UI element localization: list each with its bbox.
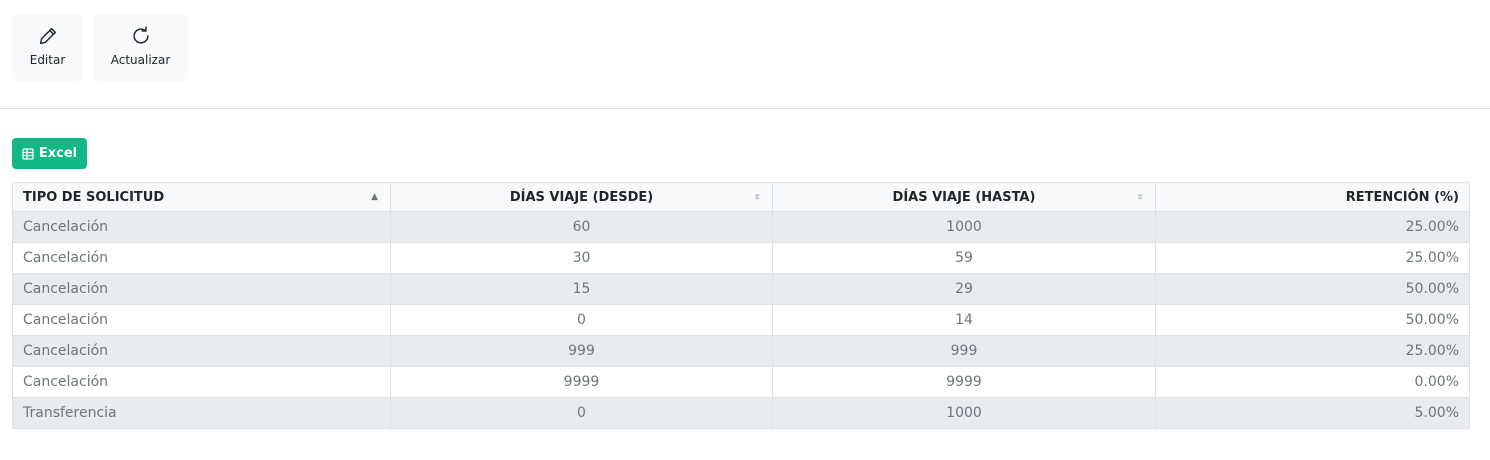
column-header-label: RETENCIÓN (%)	[1345, 189, 1459, 205]
sort-ascending-icon[interactable]: ▲	[371, 192, 378, 202]
cell-retencion: 5.00%	[1155, 397, 1470, 429]
edit-button-label: Editar	[29, 53, 66, 67]
cell-desde: 0	[390, 304, 773, 336]
table-row[interactable]: Cancelación 30 59 25.00%	[12, 242, 1470, 274]
cell-retencion: 50.00%	[1155, 273, 1470, 305]
toolbar: Editar Actualizar	[12, 14, 188, 81]
edit-button[interactable]: Editar	[12, 14, 83, 81]
cell-desde: 9999	[390, 366, 773, 398]
sort-neutral-icon[interactable]: ⧗	[1137, 192, 1143, 202]
cell-tipo: Cancelación	[12, 304, 391, 336]
spreadsheet-icon	[22, 147, 34, 160]
pencil-icon	[39, 27, 56, 45]
cell-tipo: Cancelación	[12, 366, 391, 398]
column-header-retencion[interactable]: RETENCIÓN (%)	[1155, 182, 1470, 212]
column-header-tipo-solicitud[interactable]: TIPO DE SOLICITUD ▲	[12, 182, 391, 212]
table-row[interactable]: Cancelación 999 999 25.00%	[12, 335, 1470, 367]
cell-hasta: 59	[772, 242, 1156, 274]
divider	[0, 108, 1490, 109]
cell-desde: 15	[390, 273, 773, 305]
cell-tipo: Cancelación	[12, 242, 391, 274]
cell-retencion: 25.00%	[1155, 211, 1470, 243]
cell-desde: 60	[390, 211, 773, 243]
cell-tipo: Transferencia	[12, 397, 391, 429]
refresh-icon	[132, 26, 149, 44]
cell-desde: 0	[390, 397, 773, 429]
table-row[interactable]: Cancelación 0 14 50.00%	[12, 304, 1470, 336]
sort-neutral-icon[interactable]: ⧗	[754, 192, 760, 202]
cell-tipo: Cancelación	[12, 335, 391, 367]
table-row[interactable]: Cancelación 60 1000 25.00%	[12, 211, 1470, 243]
column-header-label: DÍAS VIAJE (DESDE)	[509, 189, 654, 205]
cell-desde: 999	[390, 335, 773, 367]
cell-hasta: 9999	[772, 366, 1156, 398]
table-header-row: TIPO DE SOLICITUD ▲ DÍAS VIAJE (DESDE) ⧗…	[12, 182, 1470, 212]
refresh-button[interactable]: Actualizar	[93, 14, 188, 81]
cell-retencion: 25.00%	[1155, 242, 1470, 274]
column-header-label: TIPO DE SOLICITUD	[23, 189, 165, 205]
table-row[interactable]: Cancelación 15 29 50.00%	[12, 273, 1470, 305]
cell-hasta: 14	[772, 304, 1156, 336]
column-header-dias-hasta[interactable]: DÍAS VIAJE (HASTA) ⧗	[772, 182, 1156, 212]
cell-retencion: 50.00%	[1155, 304, 1470, 336]
cell-desde: 30	[390, 242, 773, 274]
cell-hasta: 1000	[772, 397, 1156, 429]
table-row[interactable]: Cancelación 9999 9999 0.00%	[12, 366, 1470, 398]
refresh-button-label: Actualizar	[110, 53, 171, 67]
column-header-label: DÍAS VIAJE (HASTA)	[892, 189, 1036, 205]
excel-button-label: Excel	[38, 146, 78, 161]
cell-retencion: 25.00%	[1155, 335, 1470, 367]
cell-hasta: 29	[772, 273, 1156, 305]
cell-hasta: 1000	[772, 211, 1156, 243]
excel-export-button[interactable]: Excel	[12, 138, 87, 169]
column-header-dias-desde[interactable]: DÍAS VIAJE (DESDE) ⧗	[390, 182, 773, 212]
table-row[interactable]: Transferencia 0 1000 5.00%	[12, 397, 1470, 429]
cell-tipo: Cancelación	[12, 273, 391, 305]
cell-tipo: Cancelación	[12, 211, 391, 243]
cell-retencion: 0.00%	[1155, 366, 1470, 398]
data-table: TIPO DE SOLICITUD ▲ DÍAS VIAJE (DESDE) ⧗…	[12, 182, 1470, 429]
cell-hasta: 999	[772, 335, 1156, 367]
